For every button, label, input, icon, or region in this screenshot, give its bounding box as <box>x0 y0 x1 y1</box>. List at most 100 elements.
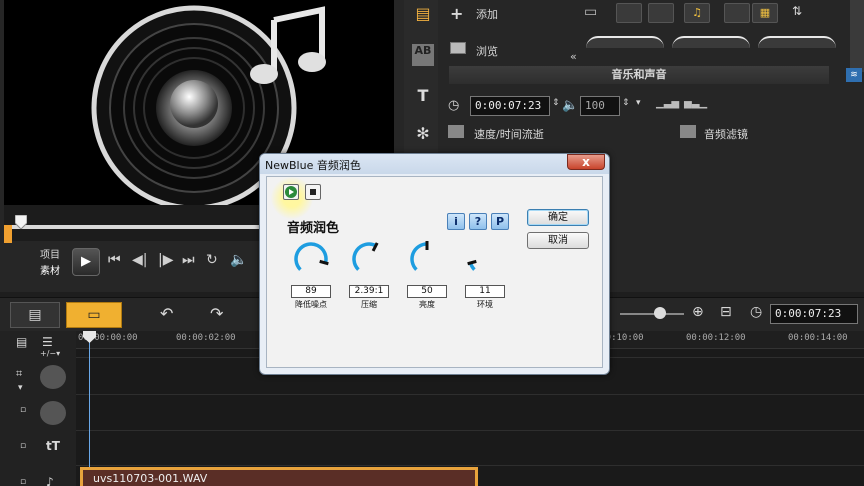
playhead-handle-icon[interactable] <box>83 331 96 343</box>
timeline-time-display[interactable]: 0:00:07:23 <box>770 304 858 324</box>
volume-icon[interactable]: 🔈 <box>230 252 247 268</box>
compression-knob[interactable] <box>349 239 389 279</box>
redo-icon[interactable]: ↷ <box>210 304 223 323</box>
help-button[interactable]: ? <box>469 213 487 230</box>
ambience-knob[interactable] <box>465 239 505 279</box>
lock-icon[interactable]: ▫ <box>20 405 26 415</box>
media-icon[interactable]: ▤ <box>412 4 434 26</box>
clip-mode-label[interactable]: 素材 <box>40 262 60 277</box>
brightness-knob[interactable] <box>407 239 447 279</box>
clip-name: uvs110703-001.WAV <box>93 472 208 485</box>
lock-icon[interactable]: ▫ <box>20 477 26 486</box>
zoom-in-icon[interactable]: ⊕ <box>692 304 704 320</box>
storyboard-view-button[interactable]: ▤ <box>10 302 60 328</box>
filter-video-button[interactable] <box>616 3 642 23</box>
library-thumb[interactable] <box>758 36 836 48</box>
preset-button[interactable]: P <box>491 213 509 230</box>
text-t-icon[interactable]: T <box>412 86 434 108</box>
filter-photo-button[interactable] <box>648 3 674 23</box>
speed-time-lapse-button[interactable]: 速度/时间流逝 <box>474 126 544 142</box>
zoom-slider[interactable] <box>620 313 684 315</box>
dialog-body: 音频润色 i ? P 确定 取消 89 降低噪点 2.39:1 压缩 50 亮度… <box>266 176 603 368</box>
overlay-track-icon[interactable] <box>40 401 66 425</box>
library-thumb[interactable] <box>672 36 750 48</box>
ok-button[interactable]: 确定 <box>527 209 589 226</box>
stop-icon <box>310 189 316 195</box>
ruler-label: 00:00:12:00 <box>686 333 746 343</box>
duration-field[interactable]: 0:00:07:23 <box>470 96 550 116</box>
options-header: 音乐和声音 <box>449 66 829 84</box>
ambience-label: 环境 <box>477 300 493 309</box>
go-start-icon[interactable]: ⏮ <box>108 252 121 268</box>
speaker-icon: 🔈 <box>562 98 579 113</box>
ambience-value[interactable]: 11 <box>465 285 505 298</box>
library-scrollbar[interactable] <box>850 0 864 72</box>
audio-filter-icon[interactable] <box>680 125 696 138</box>
dialog-titlebar[interactable]: NewBlue 音频润色 x <box>260 154 609 174</box>
sort-icon[interactable]: ⇅ <box>792 4 802 18</box>
fx-icon[interactable]: ✻ <box>412 124 434 146</box>
ripple-dropdown-icon[interactable]: ▾ <box>18 383 23 393</box>
volume-field[interactable]: 100 <box>580 96 620 116</box>
audio-clip[interactable]: uvs110703-001.WAV <box>80 467 478 486</box>
browse-media[interactable]: 浏览 <box>444 36 568 62</box>
collapse-panel-icon[interactable]: « <box>570 50 577 63</box>
playhead[interactable] <box>89 331 90 486</box>
add-media[interactable]: + 添加 <box>444 0 568 30</box>
thumb-view-button[interactable]: ▦ <box>752 3 778 23</box>
fade-in-icon[interactable]: ▁▃▅ <box>656 98 679 109</box>
volume-spin-icon[interactable]: ⇕ <box>622 98 630 108</box>
knob-arc <box>410 242 428 271</box>
browse-label: 浏览 <box>476 45 498 58</box>
timeline-view-button[interactable]: ▭ <box>66 302 122 328</box>
ripple-icon[interactable]: ⌗ <box>16 367 22 381</box>
chapter-icon[interactable]: ☰ <box>42 335 53 349</box>
clock-icon: ◷ <box>448 98 460 113</box>
filter-audio-button[interactable]: ♫ <box>684 3 710 23</box>
knob-arc <box>294 242 328 271</box>
title-track-icon[interactable]: tT <box>46 439 60 453</box>
list-view-button[interactable] <box>724 3 750 23</box>
play-button[interactable]: ▶ <box>72 248 100 276</box>
video-track-icon[interactable] <box>40 365 66 389</box>
next-frame-icon[interactable]: |▶ <box>158 252 173 268</box>
brightness-value[interactable]: 50 <box>407 285 447 298</box>
library-thumb[interactable] <box>586 36 664 48</box>
plus-icon: + <box>450 4 464 23</box>
duration-spin-icon[interactable]: ⇕ <box>552 98 560 108</box>
info-button[interactable]: i <box>447 213 465 230</box>
title-text-ab-icon[interactable]: AB <box>412 44 434 66</box>
trim-marker[interactable] <box>4 225 12 243</box>
track-divider <box>76 430 864 431</box>
add-track-icon[interactable]: +/−▾ <box>40 349 60 358</box>
zoom-slider-thumb[interactable] <box>654 307 666 319</box>
preview-stop-button[interactable] <box>305 184 321 200</box>
audio-properties: ◷ 0:00:07:23 ⇕ 🔈 100 ⇕ ▾ ▁▃▅ ▅▃▁ <box>444 94 864 118</box>
noise-reduction-knob[interactable] <box>291 239 331 279</box>
knob-pointer <box>467 259 477 266</box>
repeat-icon[interactable]: ↻ <box>206 252 218 268</box>
project-mode-label[interactable]: 项目 <box>40 246 60 261</box>
fit-project-icon[interactable]: ⊟ <box>720 304 732 320</box>
go-end-icon[interactable]: ⏭ <box>182 252 195 268</box>
noise-reduction-label: 降低噪点 <box>295 300 327 309</box>
track-divider <box>76 394 864 395</box>
close-button[interactable]: x <box>567 154 605 170</box>
lock-icon[interactable]: ▫ <box>20 441 26 451</box>
undo-icon[interactable]: ↶ <box>160 304 173 323</box>
noise-reduction-value[interactable]: 89 <box>291 285 331 298</box>
ruler-label: 00:00:14:00 <box>788 333 848 343</box>
cancel-button[interactable]: 取消 <box>527 232 589 249</box>
prev-frame-icon[interactable]: ◀| <box>132 252 147 268</box>
audio-track-icon[interactable]: ♪ <box>46 475 54 486</box>
fade-out-icon[interactable]: ▅▃▁ <box>684 98 707 109</box>
compression-value[interactable]: 2.39:1 <box>349 285 389 298</box>
scrub-thumb-icon[interactable] <box>15 215 27 229</box>
preview-play-button[interactable] <box>283 184 299 200</box>
folder-icon[interactable]: ▭ <box>584 4 597 20</box>
expand-options-icon[interactable]: ≋ <box>846 68 862 82</box>
speed-icon[interactable] <box>448 125 464 138</box>
volume-dropdown-icon[interactable]: ▾ <box>636 98 641 108</box>
track-manager-icon[interactable]: ▤ <box>16 335 27 349</box>
audio-filter-button[interactable]: 音频滤镜 <box>704 126 748 142</box>
